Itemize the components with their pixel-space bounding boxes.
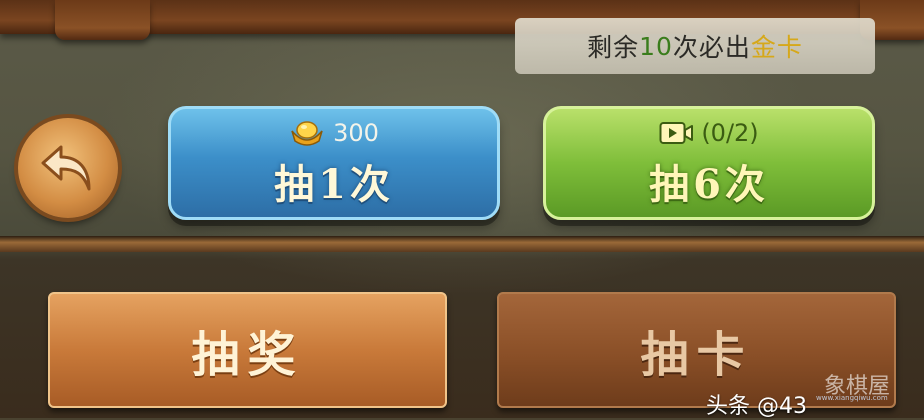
remaining-draws-banner: 剩余 10 次必出 金卡 — [515, 18, 875, 74]
back-button[interactable] — [18, 118, 118, 218]
banner-prefix: 剩余 — [587, 33, 640, 62]
banner-reward: 金卡 — [750, 33, 803, 62]
banner-count: 10 — [639, 31, 673, 61]
banner-middle: 次必出 — [672, 33, 751, 62]
watermark-url: www.xiangqiwu.com — [816, 394, 888, 402]
watermark-user: 头条 @43 — [706, 394, 807, 419]
gold-ingot-icon — [291, 121, 323, 146]
frame-cap-left — [55, 0, 150, 40]
draw-once-cost-value: 300 — [333, 119, 379, 147]
draw-once-label: 抽1次 — [274, 161, 394, 208]
draw-once-button[interactable]: 300 抽1次 — [168, 106, 500, 220]
draw-once-cost: 300 — [289, 116, 379, 150]
tab-card-draw-label: 抽卡 — [640, 327, 753, 383]
tab-lottery-label: 抽奖 — [191, 327, 304, 383]
return-arrow-icon — [41, 145, 91, 191]
wooden-divider — [0, 236, 924, 252]
draw-six-label: 抽6次 — [649, 161, 769, 208]
draw-six-cost: (0/2) — [659, 116, 759, 150]
video-camera-icon — [659, 122, 694, 144]
draw-six-button[interactable]: (0/2) 抽6次 — [543, 106, 875, 220]
draw-six-cost-value: (0/2) — [701, 119, 759, 147]
tab-lottery[interactable]: 抽奖 — [48, 292, 447, 408]
